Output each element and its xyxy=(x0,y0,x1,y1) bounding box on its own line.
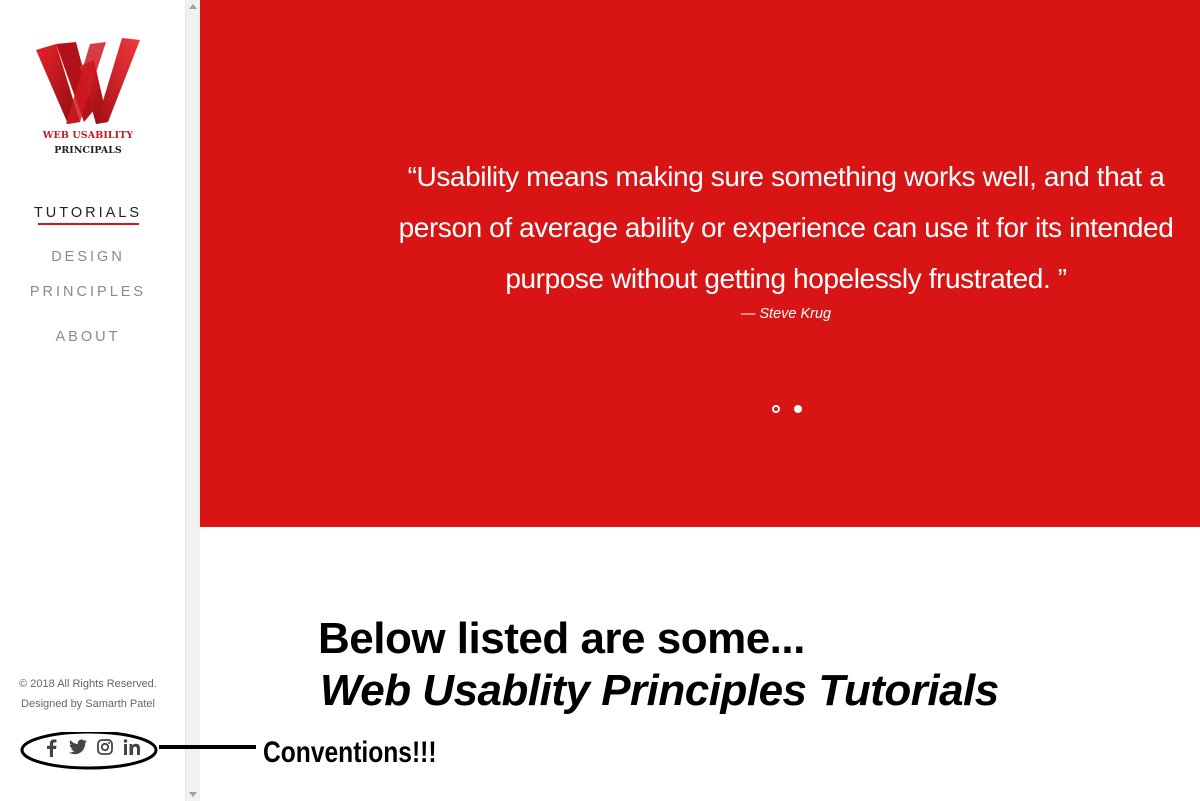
linkedin-icon[interactable] xyxy=(123,739,141,759)
designer-credit: Designed by Samarth Patel xyxy=(21,698,155,710)
copyright-text: © 2018 All Rights Reserved. xyxy=(19,678,157,690)
annotation-pointer-line xyxy=(159,745,256,749)
facebook-icon[interactable] xyxy=(42,739,60,759)
section-heading-line1: Below listed are some... xyxy=(318,614,805,663)
logo-text-line1: WEB USABILITY xyxy=(42,130,134,141)
instagram-icon[interactable] xyxy=(96,739,114,759)
section-heading-line2: Web Usablity Principles Tutorials xyxy=(320,666,999,715)
annotation-label: Conventions!!! xyxy=(263,736,437,769)
twitter-icon[interactable] xyxy=(69,739,87,759)
quote-line-1: “Usability means making sure something w… xyxy=(407,161,1165,192)
scroll-up-arrow-icon[interactable] xyxy=(189,4,197,9)
slider-dot-1[interactable] xyxy=(772,405,780,413)
nav-item-about[interactable]: ABOUT xyxy=(0,329,176,345)
logo-w-icon xyxy=(36,38,140,124)
nav-item-design-principles-line1[interactable]: DESIGN xyxy=(0,249,176,265)
quote-author: — Steve Krug xyxy=(740,306,832,322)
sidebar-scrollbar[interactable] xyxy=(185,0,200,801)
quote-line-2: person of average ability or experience … xyxy=(398,212,1174,243)
quote-text: “Usability means making sure something w… xyxy=(396,151,1176,304)
hero-quote-slider: “Usability means making sure something w… xyxy=(200,0,1200,527)
nav-item-tutorials[interactable]: TUTORIALS xyxy=(0,205,176,221)
slider-dot-2[interactable] xyxy=(794,405,802,413)
quote-line-3: purpose without getting hopelessly frust… xyxy=(505,263,1067,294)
sidebar: WEB USABILITY PRINCIPALS TUTORIALS DESIG… xyxy=(0,0,185,801)
nav-active-underline xyxy=(38,223,139,225)
nav-item-design-principles-line2[interactable]: PRINCIPLES xyxy=(0,284,176,300)
logo-text-line2: PRINCIPALS xyxy=(54,145,122,156)
social-links xyxy=(20,732,158,770)
scroll-down-arrow-icon[interactable] xyxy=(189,792,197,797)
slider-dots xyxy=(772,405,802,413)
site-logo[interactable]: WEB USABILITY PRINCIPALS xyxy=(36,38,140,160)
copyright-block: © 2018 All Rights Reserved. Designed by … xyxy=(0,674,176,714)
